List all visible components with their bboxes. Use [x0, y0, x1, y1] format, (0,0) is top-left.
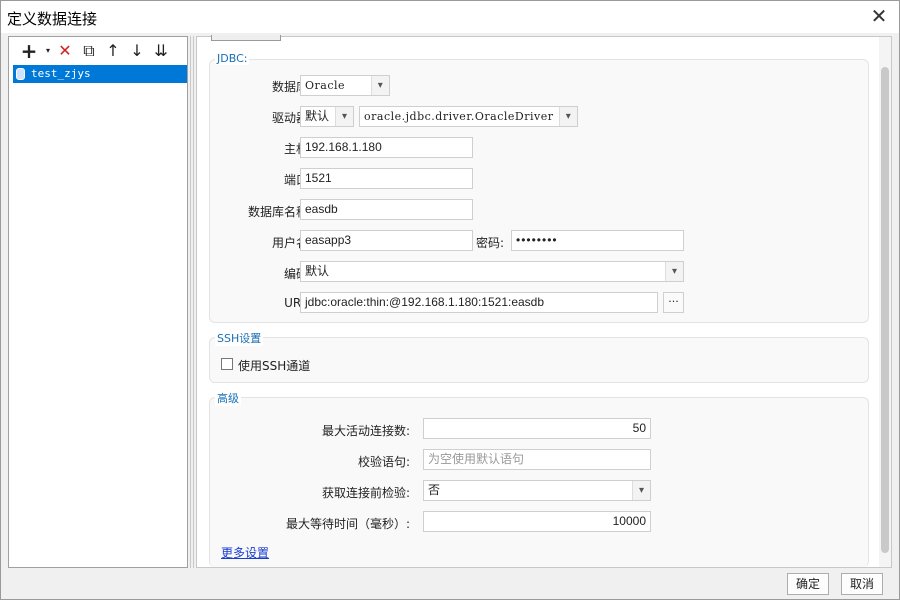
- test-before-select[interactable]: 否 ▾: [423, 480, 651, 501]
- validation-label: 校验语句:: [357, 455, 410, 469]
- max-wait-input[interactable]: 10000: [423, 511, 651, 532]
- dbname-label: 数据库名称:: [247, 205, 312, 219]
- max-active-label: 最大活动连接数:: [321, 424, 410, 438]
- title-bar: 定义数据连接 ✕: [1, 1, 899, 33]
- chevron-down-icon: ▾: [371, 76, 389, 95]
- dialog-window: 定义数据连接 ✕ + ▾ ✕ ⧉ ↑ ↓ ⇊ test_zjys JDBC: 数…: [0, 0, 900, 600]
- ssh-section-title: SSH设置: [215, 330, 264, 346]
- port-input[interactable]: 1521: [300, 168, 473, 189]
- dialog-body: + ▾ ✕ ⧉ ↑ ↓ ⇊ test_zjys JDBC: 数据库: Oracl…: [1, 33, 899, 570]
- jdbc-group: JDBC: 数据库: Oracle ▾ 驱动器: 默认 ▾ oracle.jdb…: [209, 52, 869, 323]
- tab-stub: [211, 35, 281, 41]
- chevron-down-icon: ▾: [335, 107, 353, 126]
- move-down-icon[interactable]: ↓: [125, 41, 149, 61]
- copy-icon[interactable]: ⧉: [77, 41, 101, 61]
- password-label: 密码:: [476, 236, 505, 250]
- dbname-input[interactable]: easdb: [300, 199, 473, 220]
- tree-item-connection[interactable]: test_zjys: [13, 65, 187, 83]
- url-builder-button[interactable]: ···: [663, 292, 684, 313]
- add-icon[interactable]: +: [15, 41, 43, 61]
- window-title: 定义数据连接: [7, 10, 98, 28]
- chevron-down-icon: ▾: [559, 107, 577, 126]
- encoding-select[interactable]: 默认 ▾: [300, 261, 684, 282]
- driver-class-select[interactable]: oracle.jdbc.driver.OracleDriver ▾: [359, 106, 578, 127]
- password-input[interactable]: ••••••••: [511, 230, 684, 251]
- add-dropdown-icon[interactable]: ▾: [43, 41, 53, 61]
- max-active-input[interactable]: 50: [423, 418, 651, 439]
- chevron-down-icon: ▾: [632, 481, 650, 500]
- chevron-down-icon: ▾: [665, 262, 683, 281]
- connection-settings-panel: JDBC: 数据库: Oracle ▾ 驱动器: 默认 ▾ oracle.jdb…: [196, 35, 892, 568]
- move-up-icon[interactable]: ↑: [101, 41, 125, 61]
- scrollbar-thumb[interactable]: [881, 67, 889, 553]
- test-before-label: 获取连接前检验:: [321, 486, 410, 500]
- url-input[interactable]: jdbc:oracle:thin:@192.168.1.180:1521:eas…: [300, 292, 658, 313]
- panel-splitter[interactable]: [189, 36, 195, 568]
- more-settings-link[interactable]: 更多设置: [221, 544, 269, 561]
- jdbc-section-title: JDBC:: [215, 52, 250, 65]
- list-toolbar: + ▾ ✕ ⧉ ↑ ↓ ⇊: [15, 40, 173, 62]
- database-select[interactable]: Oracle ▾: [300, 75, 390, 96]
- database-icon: [16, 68, 25, 80]
- tree-item-label: test_zjys: [31, 67, 91, 80]
- ssh-group: SSH设置 使用SSH通道: [209, 330, 869, 383]
- username-input[interactable]: easapp3: [300, 230, 473, 251]
- advanced-group: 高级 最大活动连接数: 50 校验语句: 为空使用默认语句 获取连接前检验: 否…: [209, 390, 869, 567]
- dialog-footer: 确定 取消: [1, 570, 899, 599]
- cancel-button[interactable]: 取消: [841, 573, 883, 595]
- use-ssh-checkbox[interactable]: [221, 358, 233, 370]
- max-wait-label: 最大等待时间（毫秒）:: [285, 517, 410, 531]
- ok-button[interactable]: 确定: [787, 573, 829, 595]
- close-icon[interactable]: ✕: [867, 5, 891, 29]
- delete-icon[interactable]: ✕: [53, 41, 77, 61]
- vertical-scrollbar[interactable]: [879, 37, 891, 567]
- host-input[interactable]: 192.168.1.180: [300, 137, 473, 158]
- sort-icon[interactable]: ⇊: [149, 41, 173, 61]
- connection-list-panel: + ▾ ✕ ⧉ ↑ ↓ ⇊ test_zjys: [8, 36, 188, 568]
- driver-mode-select[interactable]: 默认 ▾: [300, 106, 354, 127]
- use-ssh-label: 使用SSH通道: [238, 359, 311, 373]
- validation-input[interactable]: 为空使用默认语句: [423, 449, 651, 470]
- advanced-section-title: 高级: [215, 390, 241, 406]
